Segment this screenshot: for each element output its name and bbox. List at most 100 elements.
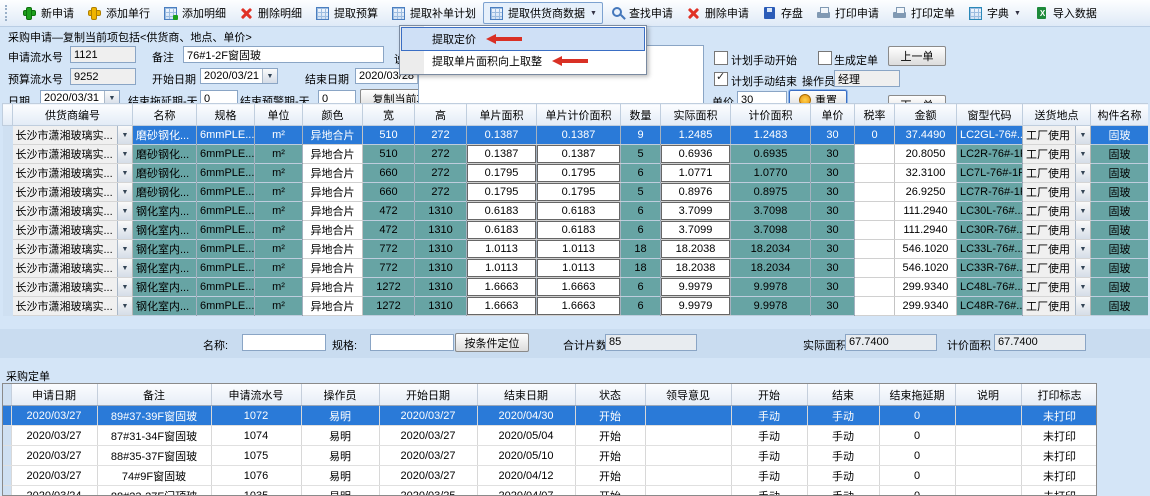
column-header[interactable]: 申请日期 (11, 384, 97, 406)
cell-piece-calc-area[interactable]: 0.1387 (537, 126, 621, 145)
cell-piece-calc-area[interactable]: 1.6663 (537, 278, 621, 297)
table-row[interactable]: 长沙市潇湘玻璃实...▼磨砂钢化...6mmPLE...m²异地合片660272… (3, 164, 1149, 183)
cell-delivery-location[interactable]: 工厂使用▼ (1023, 278, 1091, 297)
column-header[interactable]: 数量 (621, 104, 661, 126)
toolbar-save[interactable]: 存盘 (756, 2, 809, 24)
cell-supplier[interactable]: 长沙市潇湘玻璃实...▼ (13, 240, 133, 259)
toolbar-print-request[interactable]: 打印申请 (810, 2, 885, 24)
column-header[interactable]: 单价 (811, 104, 855, 126)
column-header[interactable]: 计价面积 (731, 104, 811, 126)
table-row[interactable]: 长沙市潇湘玻璃实...▼钢化室内...6mmPLE...m²异地合片127213… (3, 278, 1149, 297)
cell-piece-area[interactable]: 1.0113 (467, 240, 537, 259)
table-row[interactable]: 长沙市潇湘玻璃实...▼磨砂钢化...6mmPLE...m²异地合片510272… (3, 145, 1149, 164)
chevron-down-icon[interactable]: ▼ (117, 145, 132, 163)
table-row[interactable]: 长沙市潇湘玻璃实...▼钢化室内...6mmPLE...m²异地合片472131… (3, 202, 1149, 221)
chevron-down-icon[interactable]: ▼ (1075, 126, 1090, 144)
chevron-down-icon[interactable]: ▼ (117, 259, 132, 277)
chevron-down-icon[interactable]: ▼ (262, 69, 277, 83)
cell-delivery-location[interactable]: 工厂使用▼ (1023, 202, 1091, 221)
cell-delivery-location[interactable]: 工厂使用▼ (1023, 297, 1091, 316)
cell-supplier[interactable]: 长沙市潇湘玻璃实...▼ (13, 202, 133, 221)
column-header[interactable]: 送货地点 (1023, 104, 1091, 126)
chevron-down-icon[interactable]: ▼ (1075, 183, 1090, 201)
column-header[interactable]: 打印标志 (1021, 384, 1097, 406)
cell-delivery-location[interactable]: 工厂使用▼ (1023, 259, 1091, 278)
table-row[interactable]: 长沙市潇湘玻璃实...▼钢化室内...6mmPLE...m²异地合片772131… (3, 259, 1149, 278)
request-no-input[interactable] (70, 46, 136, 63)
cell-piece-area[interactable]: 0.6183 (467, 202, 537, 221)
previous-order-button[interactable]: 上一单 (888, 46, 946, 66)
cell-delivery-location[interactable]: 工厂使用▼ (1023, 126, 1091, 145)
cell-supplier[interactable]: 长沙市潇湘玻璃实...▼ (13, 164, 133, 183)
chevron-down-icon[interactable]: ▼ (1075, 202, 1090, 220)
column-header[interactable]: 宽 (363, 104, 415, 126)
cell-supplier[interactable]: 长沙市潇湘玻璃实...▼ (13, 297, 133, 316)
cell-actual-area[interactable]: 9.9979 (661, 297, 731, 316)
cell-actual-area[interactable]: 18.2038 (661, 259, 731, 278)
cell-piece-area[interactable]: 0.6183 (467, 221, 537, 240)
column-header[interactable]: 状态 (575, 384, 645, 406)
chevron-down-icon[interactable]: ▼ (1075, 278, 1090, 296)
column-header[interactable]: 结束日期 (477, 384, 575, 406)
chevron-down-icon[interactable]: ▼ (117, 297, 132, 315)
column-header[interactable]: 单片计价面积 (537, 104, 621, 126)
chevron-down-icon[interactable]: ▼ (117, 126, 132, 144)
column-header[interactable]: 金额 (895, 104, 957, 126)
start-date-combo[interactable]: 2020/03/21▼ (200, 68, 278, 84)
column-header[interactable]: 领导意见 (645, 384, 731, 406)
cell-supplier[interactable]: 长沙市潇湘玻璃实...▼ (13, 145, 133, 164)
column-header[interactable]: 构件名称 (1091, 104, 1149, 126)
cell-delivery-location[interactable]: 工厂使用▼ (1023, 145, 1091, 164)
remark-input[interactable] (183, 46, 384, 63)
cell-piece-area[interactable]: 1.6663 (467, 297, 537, 316)
generate-order-checkbox[interactable] (818, 51, 832, 65)
chevron-down-icon[interactable]: ▼ (117, 164, 132, 182)
plan-manual-start-checkbox[interactable] (714, 51, 728, 65)
toolbar-delete-detail[interactable]: 删除明细 (233, 2, 308, 24)
cell-supplier[interactable]: 长沙市潇湘玻璃实...▼ (13, 278, 133, 297)
chevron-down-icon[interactable]: ▼ (1075, 221, 1090, 239)
cell-piece-area[interactable]: 1.0113 (467, 259, 537, 278)
cell-delivery-location[interactable]: 工厂使用▼ (1023, 183, 1091, 202)
toolbar-extract-supplier-data[interactable]: 提取供货商数据▼ (483, 2, 603, 24)
cell-supplier[interactable]: 长沙市潇湘玻璃实...▼ (13, 259, 133, 278)
toolbar-add-detail[interactable]: 添加明细 (157, 2, 232, 24)
order-row[interactable]: 2020/03/2774#9F窗固玻1076易明2020/03/272020/0… (3, 466, 1097, 486)
cell-actual-area[interactable]: 3.7099 (661, 221, 731, 240)
column-header[interactable]: 操作员 (301, 384, 379, 406)
cell-supplier[interactable]: 长沙市潇湘玻璃实...▼ (13, 126, 133, 145)
column-header[interactable]: 税率 (855, 104, 895, 126)
column-header[interactable]: 名称 (133, 104, 197, 126)
toolbar-extract-budget[interactable]: 提取预算 (309, 2, 384, 24)
chevron-down-icon[interactable]: ▼ (1075, 259, 1090, 277)
column-header[interactable]: 结束拖延期 (879, 384, 955, 406)
cell-actual-area[interactable]: 9.9979 (661, 278, 731, 297)
cell-piece-area[interactable]: 1.6663 (467, 278, 537, 297)
toolbar-print-order[interactable]: 打印定单 (886, 2, 961, 24)
toolbar-dictionary[interactable]: 字典▼ (962, 2, 1027, 24)
cell-actual-area[interactable]: 0.8976 (661, 183, 731, 202)
column-header[interactable]: 备注 (97, 384, 211, 406)
chevron-down-icon[interactable]: ▼ (117, 221, 132, 239)
chevron-down-icon[interactable]: ▼ (1075, 297, 1090, 315)
order-row[interactable]: 2020/03/2787#31-34F窗固玻1074易明2020/03/2720… (3, 426, 1097, 446)
column-header[interactable]: 规格 (197, 104, 255, 126)
cell-piece-calc-area[interactable]: 0.1387 (537, 145, 621, 164)
cell-piece-calc-area[interactable]: 1.0113 (537, 240, 621, 259)
cell-piece-area[interactable]: 0.1387 (467, 126, 537, 145)
order-row[interactable]: 2020/03/2788#35-37F窗固玻1075易明2020/03/2720… (3, 446, 1097, 466)
cell-actual-area[interactable]: 1.0771 (661, 164, 731, 183)
table-row[interactable]: 长沙市潇湘玻璃实...▼钢化室内...6mmPLE...m²异地合片127213… (3, 297, 1149, 316)
toolbar-import-data[interactable]: 导入数据 (1028, 2, 1103, 24)
column-header[interactable]: 说明 (955, 384, 1021, 406)
cell-piece-calc-area[interactable]: 0.1795 (537, 164, 621, 183)
cell-piece-calc-area[interactable]: 1.6663 (537, 297, 621, 316)
toolbar-new-request[interactable]: 新申请 (16, 2, 80, 24)
column-header[interactable]: 实际面积 (661, 104, 731, 126)
toolbar-grip[interactable] (5, 5, 10, 21)
toolbar-find-request[interactable]: 查找申请 (604, 2, 679, 24)
chevron-down-icon[interactable]: ▼ (117, 183, 132, 201)
chevron-down-icon[interactable]: ▼ (1075, 164, 1090, 182)
cell-actual-area[interactable]: 0.6936 (661, 145, 731, 164)
budget-no-input[interactable] (70, 68, 136, 85)
